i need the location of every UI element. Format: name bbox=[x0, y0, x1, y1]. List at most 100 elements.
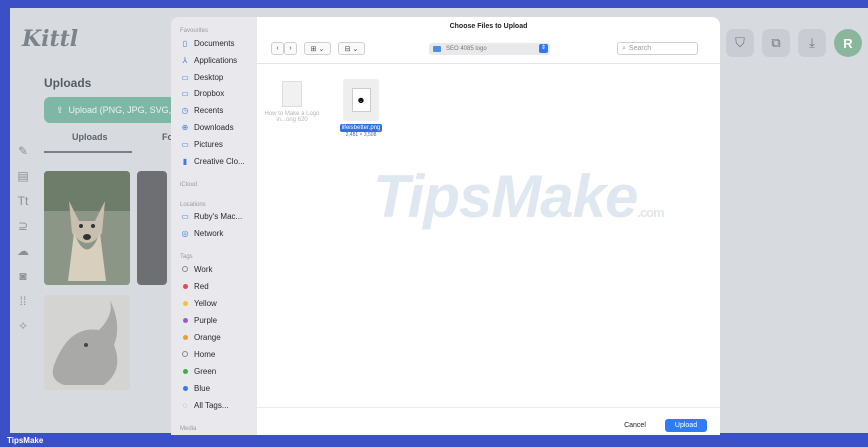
creative-cloud-icon: ▮ bbox=[182, 156, 188, 166]
top-toolbar: ⛉ ⧉ ⤓ R bbox=[726, 29, 862, 57]
location-popup[interactable]: SEO 4085 logo ⇕ bbox=[429, 43, 550, 55]
tag-color-dot bbox=[180, 367, 190, 376]
downloads-icon: ⊕ bbox=[181, 123, 189, 132]
sidebar-item-label: Blue bbox=[194, 384, 211, 393]
sidebar-item-label: Network bbox=[194, 229, 224, 238]
tag-color-dot bbox=[180, 333, 190, 342]
grid-icon[interactable]: ⁞⁞ bbox=[10, 294, 36, 319]
grid-view-icon: ⊞ ⌄ bbox=[310, 45, 325, 53]
file-item[interactable]: How to Make a Logo in...ong 620 bbox=[262, 81, 322, 124]
upload-icon[interactable]: ☁ bbox=[10, 244, 36, 269]
sidebar-item[interactable]: ⊕ Downloads bbox=[180, 123, 234, 132]
document-file-icon bbox=[282, 81, 302, 107]
footer-divider bbox=[257, 407, 720, 408]
active-tab-indicator bbox=[44, 151, 132, 153]
sidebar-item[interactable]: Blue bbox=[180, 384, 210, 393]
share-icon[interactable]: ⧉ bbox=[762, 29, 790, 57]
uploads-panel-title: Uploads bbox=[44, 76, 92, 90]
sidebar-item-label: All Tags... bbox=[194, 401, 229, 410]
brand-footer: TipsMake bbox=[7, 436, 44, 445]
applications-icon: ⅄ bbox=[182, 55, 188, 65]
sidebar-item-label: Documents bbox=[194, 39, 235, 48]
upload-thumbnail-partial[interactable] bbox=[137, 171, 167, 285]
watermark: TipsMake.com bbox=[373, 162, 665, 231]
upload-thumbnail-dog[interactable] bbox=[44, 171, 130, 285]
tag-empty-dot bbox=[180, 265, 190, 274]
file-picker-dialog: Favourites ▯ Documents ⅄ Applications ▭ Deskt… bbox=[171, 17, 720, 435]
sidebar-item[interactable]: ◷ Recents bbox=[180, 106, 224, 116]
finder-main: Choose Files to Upload ‹ › ⊞ ⌄ ⊟ ⌄ SEO 4… bbox=[257, 17, 720, 435]
sidebar-item[interactable]: ▮ Creative Clo... bbox=[180, 157, 245, 166]
sidebar-item-label: Pictures bbox=[194, 139, 223, 149]
upload-file-button[interactable]: ⇪ Upload (PNG, JPG, SVG, bbox=[44, 97, 179, 123]
upload-button[interactable]: Upload bbox=[665, 419, 707, 432]
sparkle-icon[interactable]: ✧ bbox=[10, 319, 36, 344]
tag-color-dot bbox=[180, 316, 190, 325]
sidebar-item[interactable]: ▭ Pictures bbox=[180, 140, 223, 149]
download-icon[interactable]: ⤓ bbox=[798, 29, 826, 57]
back-button[interactable]: ‹ bbox=[271, 42, 284, 55]
sidebar-item-label: Recents bbox=[194, 106, 224, 116]
chevron-left-icon: ‹ bbox=[276, 45, 279, 52]
group-view-icon: ⊟ ⌄ bbox=[344, 45, 359, 53]
sidebar-item[interactable]: ▭ Dropbox bbox=[180, 89, 224, 98]
camera-icon[interactable]: ◙ bbox=[10, 269, 36, 294]
file-name: lifeisbetter.png bbox=[339, 124, 383, 132]
sidebar-item-label: Work bbox=[194, 265, 213, 274]
sidebar-item[interactable]: Green bbox=[180, 367, 216, 376]
dialog-toolbar: ‹ › ⊞ ⌄ ⊟ ⌄ SEO 4085 logo ⇕ ⌕ Search bbox=[257, 37, 720, 63]
sidebar-item[interactable]: Purple bbox=[180, 316, 217, 325]
sidebar-item-label: Orange bbox=[194, 333, 221, 342]
sidebar-item[interactable]: Red bbox=[180, 282, 209, 291]
cancel-button[interactable]: Cancel bbox=[613, 419, 657, 432]
sidebar-item[interactable]: ◌ All Tags... bbox=[180, 401, 229, 410]
tab-uploads[interactable]: Uploads bbox=[72, 132, 108, 142]
file-item-selected[interactable]: ☻ lifeisbetter.png 2,481 × 3,508 bbox=[331, 79, 391, 138]
shirt-icon[interactable]: ⛉ bbox=[726, 29, 754, 57]
avatar[interactable]: R bbox=[834, 29, 862, 57]
upload-button-label: Upload (PNG, JPG, SVG, bbox=[68, 105, 172, 115]
desktop-icon: ▭ bbox=[181, 72, 189, 82]
sidebar-item[interactable]: Orange bbox=[180, 333, 221, 342]
left-tool-rail: ✎ ▤ Tt ⊇ ☁ ◙ ⁞⁞ ✧ bbox=[10, 144, 36, 344]
sidebar-item[interactable]: ▭ Desktop bbox=[180, 73, 223, 82]
sidebar-item[interactable]: Yellow bbox=[180, 299, 217, 308]
layout-icon[interactable]: ▤ bbox=[10, 169, 36, 194]
watermark-text: TipsMake bbox=[373, 163, 638, 230]
sidebar-item-label: Dropbox bbox=[194, 89, 225, 99]
sidebar-item-label: Downloads bbox=[194, 123, 234, 132]
upload-thumbnail-elephant[interactable] bbox=[44, 295, 130, 390]
edit-icon[interactable]: ✎ bbox=[10, 144, 36, 169]
all-tags-icon: ◌ bbox=[182, 401, 188, 410]
search-icon: ⌕ bbox=[622, 44, 626, 52]
png-file-icon: ☻ bbox=[343, 79, 379, 121]
sidebar-item-label: Desktop bbox=[194, 72, 224, 82]
search-field[interactable]: ⌕ Search bbox=[617, 42, 698, 55]
shapes-icon[interactable]: ⊇ bbox=[10, 219, 36, 244]
sidebar-item-label: Creative Clo... bbox=[194, 156, 245, 166]
icon-view-button[interactable]: ⊞ ⌄ bbox=[304, 42, 331, 55]
sidebar-item-label: Applications bbox=[194, 55, 238, 65]
laptop-icon: ▭ bbox=[181, 212, 189, 221]
sidebar-item[interactable]: ⅄ Applications bbox=[180, 55, 238, 65]
toolbar-divider bbox=[257, 63, 720, 64]
sidebar-item-label: Red bbox=[194, 282, 209, 291]
tags-heading: Tags bbox=[180, 254, 193, 260]
tag-color-dot bbox=[180, 299, 190, 308]
dialog-title: Choose Files to Upload bbox=[449, 23, 528, 30]
pictures-icon: ▭ bbox=[181, 139, 189, 149]
sidebar-item[interactable]: ▯ Documents bbox=[180, 39, 235, 48]
tag-color-dot bbox=[180, 384, 190, 393]
file-dimensions: 2,481 × 3,508 bbox=[345, 132, 377, 138]
sidebar-item[interactable]: ▭ Ruby's Mac... bbox=[180, 212, 242, 221]
group-button[interactable]: ⊟ ⌄ bbox=[338, 42, 365, 55]
upload-cloud-icon: ⇪ bbox=[56, 104, 64, 115]
dropbox-icon: ▭ bbox=[181, 89, 189, 99]
text-icon[interactable]: Tt bbox=[10, 194, 36, 219]
sidebar-item[interactable]: Home bbox=[180, 350, 215, 359]
sidebar-item[interactable]: Work bbox=[180, 265, 213, 274]
forward-button[interactable]: › bbox=[284, 42, 297, 55]
icloud-heading: iCloud bbox=[180, 182, 198, 188]
sidebar-item-label: Green bbox=[194, 367, 217, 376]
sidebar-item[interactable]: ◎ Network bbox=[180, 229, 224, 238]
